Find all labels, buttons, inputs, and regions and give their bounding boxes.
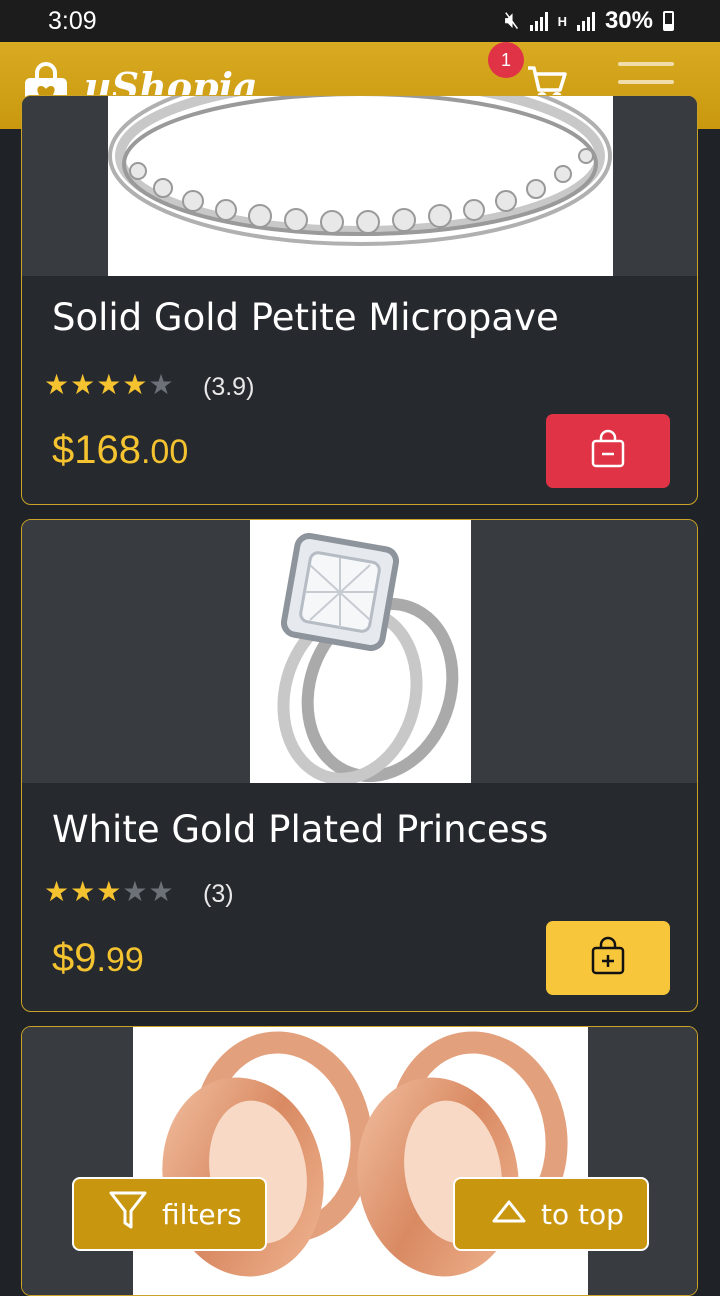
product-image-princess-ring [250,520,471,785]
price-cents: .99 [96,941,144,979]
star-filled-icon: ★ [96,875,122,908]
filters-label: filters [162,1197,242,1231]
rating-count: (3.9) [203,373,255,401]
price-dollars: $9 [52,936,97,980]
product-title[interactable]: Solid Gold Petite Micropave [52,296,559,339]
product-image-area [22,1027,697,1295]
star-filled-icon: ★ [70,368,96,401]
mute-icon: 🔇︎ [504,7,520,34]
product-image-ring-band [108,96,613,276]
star-empty-icon: ★ [148,368,174,401]
status-time: 3:09 [48,7,97,35]
filters-button[interactable]: filters [72,1177,267,1251]
remove-from-cart-button[interactable] [546,414,670,488]
product-image-area [22,520,697,785]
battery-level: 30% [604,7,653,34]
bag-plus-icon [590,936,626,980]
arrow-up-triangle-icon [491,1197,527,1232]
product-title[interactable]: White Gold Plated Princess [52,808,548,851]
product-price: $9.99 [52,936,144,981]
status-icons: 🔇︎ H 30% [504,7,674,35]
star-filled-icon: ★ [44,875,70,908]
price-cents: .00 [140,433,189,471]
star-filled-icon: ★ [96,368,122,401]
battery-icon [663,11,674,31]
filter-funnel-icon [108,1189,148,1240]
price-dollars: $168 [52,428,141,472]
product-price: $168.00 [52,428,188,473]
star-filled-icon: ★ [122,368,148,401]
to-top-label: to top [541,1197,624,1231]
rating-count: (3) [203,880,234,908]
star-empty-icon: ★ [148,875,174,908]
signal-icon [529,11,548,31]
star-filled-icon: ★ [44,368,70,401]
product-image-tunnel-plugs [133,1027,588,1295]
rating-stars: ★ ★ ★ ★ ★ [44,371,174,399]
product-card[interactable] [21,1026,698,1296]
star-empty-icon: ★ [122,875,148,908]
to-top-button[interactable]: to top [453,1177,649,1251]
add-to-cart-button[interactable] [546,921,670,995]
product-card[interactable]: Solid Gold Petite Micropave ★ ★ ★ ★ ★ (3.9) … [21,95,698,505]
product-image-area [22,96,697,276]
signal-icon-2 [576,11,595,31]
product-card[interactable]: White Gold Plated Princess ★ ★ ★ ★ ★ (3) $9.… [21,519,698,1012]
cart-count-badge: 1 [488,42,524,78]
bag-minus-icon [590,429,626,473]
status-bar: 3:09 🔇︎ H 30% [0,0,720,42]
rating-stars: ★ ★ ★ ★ ★ [44,878,174,906]
star-filled-icon: ★ [70,875,96,908]
network-type: H [557,13,567,29]
